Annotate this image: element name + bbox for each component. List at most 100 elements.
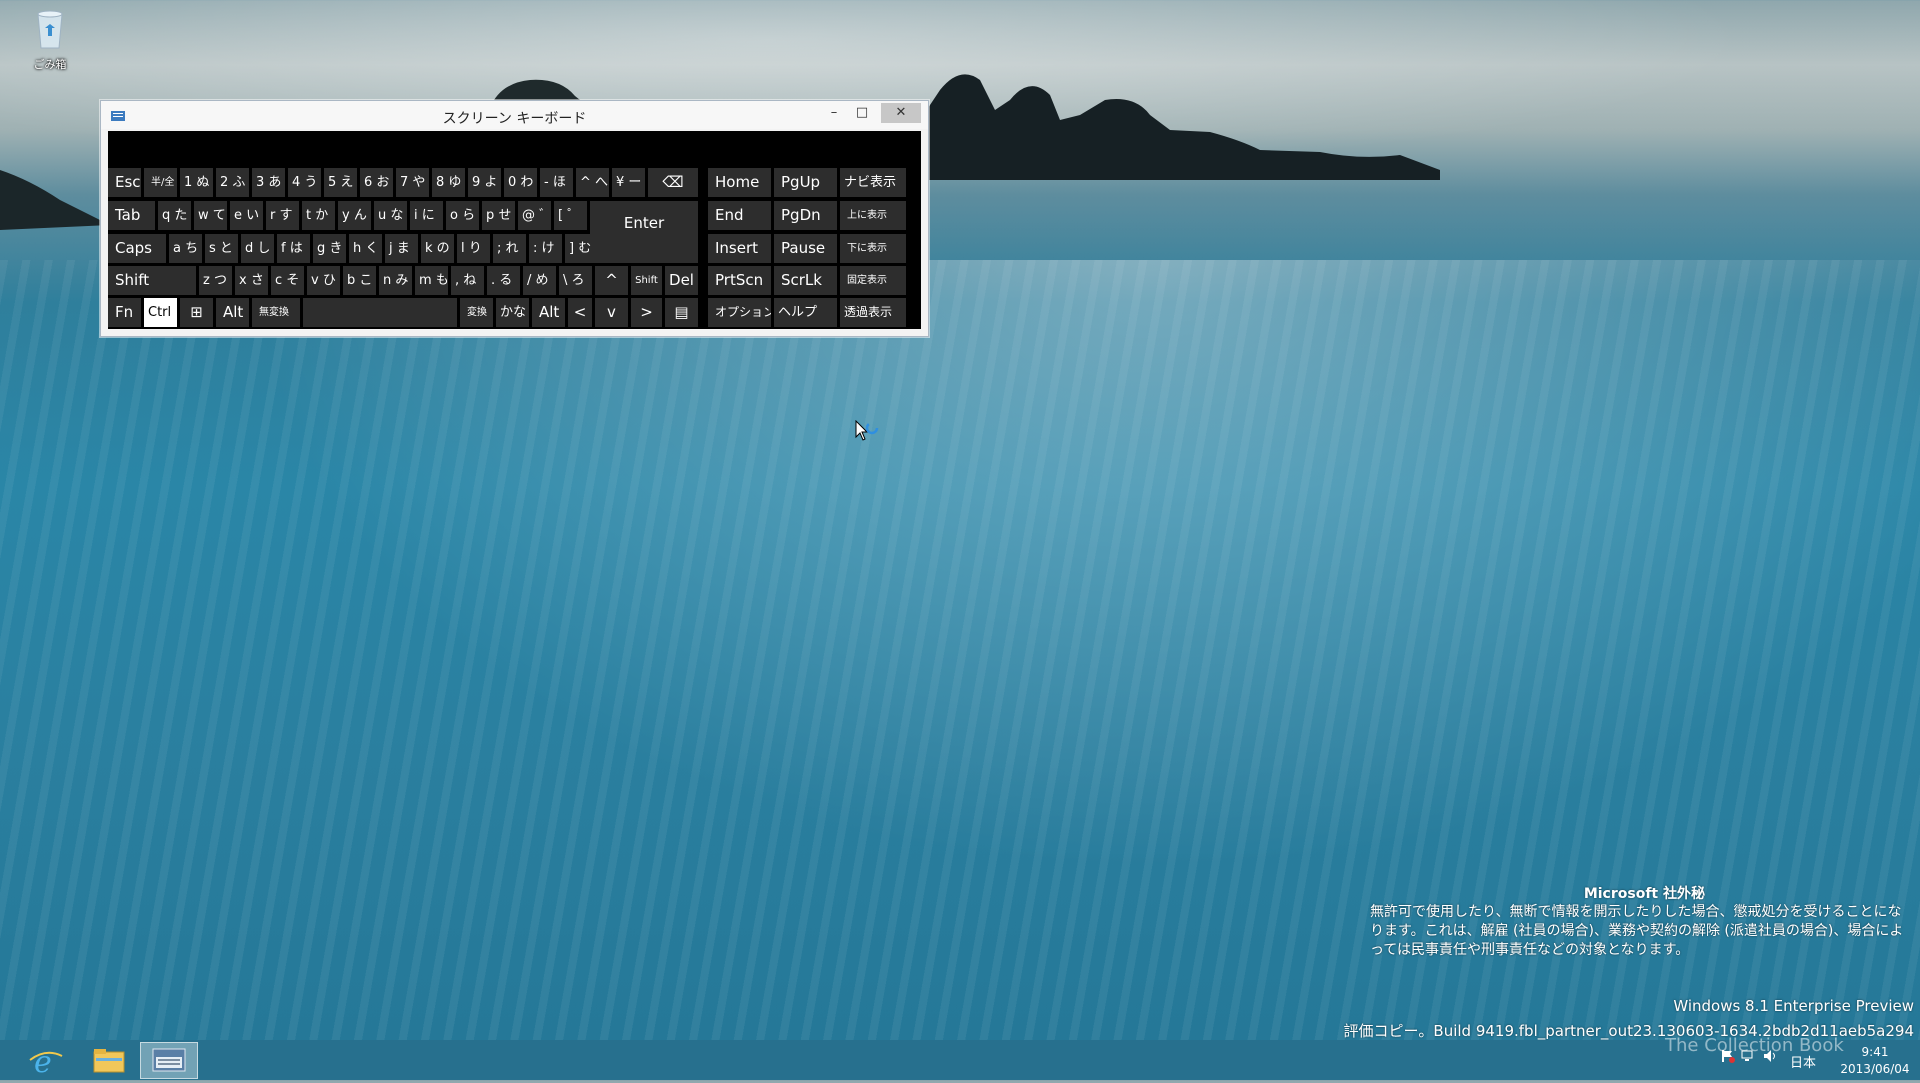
key-e[interactable]: e い <box>230 201 263 230</box>
key-2[interactable]: 2 ふ <box>216 168 249 197</box>
key-scrlk[interactable]: ScrLk <box>774 266 837 295</box>
menu-key[interactable]: ▤ <box>665 298 698 327</box>
key-ctrl[interactable]: Ctrl <box>144 298 177 327</box>
key-i[interactable]: i に <box>410 201 443 230</box>
key-a[interactable]: a ち <box>169 234 202 263</box>
close-button[interactable]: ✕ <box>881 103 921 123</box>
key-pause[interactable]: Pause <box>774 234 837 263</box>
key-0[interactable]: 0 わ <box>504 168 537 197</box>
windows-key[interactable]: ⊞ <box>180 298 213 327</box>
key-esc[interactable]: Esc <box>108 168 141 197</box>
on-screen-keyboard-window[interactable]: スクリーン キーボード – □ ✕ Esc 半/全 1 ぬ 2 ふ 3 あ 4 … <box>100 100 929 337</box>
key-comma[interactable]: , ね <box>451 266 484 295</box>
key-y[interactable]: y ん <box>338 201 371 230</box>
space-key[interactable] <box>303 298 457 327</box>
key-bracket-open[interactable]: [ ゜ <box>554 201 587 230</box>
key-caret[interactable]: ^ へ <box>576 168 609 197</box>
key-fade[interactable]: 透過表示 <box>840 298 906 327</box>
key-period[interactable]: . る <box>487 266 520 295</box>
key-c[interactable]: c そ <box>271 266 304 295</box>
key-prtscn[interactable]: PrtScn <box>708 266 771 295</box>
key-at[interactable]: @ ゛ <box>518 201 551 230</box>
key-8[interactable]: 8 ゆ <box>432 168 465 197</box>
taskbar-clock[interactable]: 9:41 2013/06/04 <box>1835 1044 1915 1078</box>
key-semicolon[interactable]: ; れ <box>493 234 526 263</box>
language-indicator[interactable]: 日本 <box>1790 1052 1816 1071</box>
arrow-left-key[interactable]: < <box>568 298 592 327</box>
arrow-up-key[interactable]: ^ <box>595 266 628 295</box>
key-dock[interactable]: 固定表示 <box>840 266 906 295</box>
key-7[interactable]: 7 や <box>396 168 429 197</box>
key-r[interactable]: r す <box>266 201 299 230</box>
key-henkan[interactable]: 変換 <box>460 298 493 327</box>
key-5[interactable]: 5 え <box>324 168 357 197</box>
key-shift-right[interactable]: Shift <box>631 266 662 295</box>
key-z[interactable]: z つ <box>199 266 232 295</box>
key-t[interactable]: t か <box>302 201 335 230</box>
recycle-bin[interactable]: ごみ箱 <box>22 6 78 76</box>
key-b[interactable]: b こ <box>343 266 376 295</box>
key-1[interactable]: 1 ぬ <box>180 168 213 197</box>
key-o[interactable]: o ら <box>446 201 479 230</box>
key-n[interactable]: n み <box>379 266 412 295</box>
key-shift-left[interactable]: Shift <box>108 266 196 295</box>
taskbar-ie-button[interactable]: e <box>18 1042 74 1080</box>
key-muhenkan[interactable]: 無変換 <box>252 298 300 327</box>
minimize-button[interactable]: – <box>821 103 847 123</box>
key-tab[interactable]: Tab <box>108 201 155 230</box>
key-3[interactable]: 3 あ <box>252 168 285 197</box>
action-center-flag-icon[interactable] <box>1720 1048 1736 1064</box>
key-alt-left[interactable]: Alt <box>216 298 249 327</box>
key-h[interactable]: h く <box>349 234 382 263</box>
volume-icon[interactable] <box>1762 1048 1778 1064</box>
key-yen[interactable]: ¥ ー <box>612 168 645 197</box>
key-home[interactable]: Home <box>708 168 771 197</box>
key-alt-right[interactable]: Alt <box>532 298 565 327</box>
key-options[interactable]: オプション <box>708 298 771 327</box>
key-d[interactable]: d し <box>241 234 274 263</box>
taskbar-osk-button[interactable] <box>140 1042 198 1079</box>
enter-key[interactable]: Enter <box>590 201 698 263</box>
key-move-down[interactable]: 下に表示 <box>840 234 906 263</box>
key-pgdn[interactable]: PgDn <box>774 201 837 230</box>
key-q[interactable]: q た <box>158 201 191 230</box>
key-hankaku[interactable]: 半/全 <box>144 168 177 197</box>
key-pgup[interactable]: PgUp <box>774 168 837 197</box>
network-icon[interactable] <box>1740 1048 1756 1064</box>
key-help[interactable]: ヘルプ <box>774 298 837 327</box>
key-m[interactable]: m も <box>415 266 448 295</box>
maximize-button[interactable]: □ <box>849 103 875 123</box>
key-g[interactable]: g き <box>313 234 346 263</box>
arrow-right-key[interactable]: > <box>631 298 662 327</box>
key-bracket-close[interactable]: ] む <box>565 234 598 263</box>
key-kana[interactable]: かな <box>496 298 529 327</box>
key-x[interactable]: x さ <box>235 266 268 295</box>
key-backslash[interactable]: \ ろ <box>559 266 592 295</box>
key-end[interactable]: End <box>708 201 771 230</box>
key-caps[interactable]: Caps <box>108 234 166 263</box>
arrow-down-key[interactable]: v <box>595 298 628 327</box>
key-move-up[interactable]: 上に表示 <box>840 201 906 230</box>
key-del[interactable]: Del <box>665 266 698 295</box>
key-navi[interactable]: ナビ表示 <box>840 168 906 197</box>
key-j[interactable]: j ま <box>385 234 418 263</box>
key-minus[interactable]: - ほ <box>540 168 573 197</box>
key-s[interactable]: s と <box>205 234 238 263</box>
key-9[interactable]: 9 よ <box>468 168 501 197</box>
key-k[interactable]: k の <box>421 234 454 263</box>
key-fn[interactable]: Fn <box>108 298 141 327</box>
key-u[interactable]: u な <box>374 201 407 230</box>
backspace-key[interactable]: ⌫ <box>648 168 698 197</box>
key-insert[interactable]: Insert <box>708 234 771 263</box>
key-colon[interactable]: : け <box>529 234 562 263</box>
key-slash[interactable]: / め <box>523 266 556 295</box>
key-p[interactable]: p せ <box>482 201 515 230</box>
key-6[interactable]: 6 お <box>360 168 393 197</box>
key-w[interactable]: w て <box>194 201 227 230</box>
key-f[interactable]: f は <box>277 234 310 263</box>
key-l[interactable]: l り <box>457 234 490 263</box>
osk-titlebar[interactable]: スクリーン キーボード – □ ✕ <box>101 101 928 129</box>
key-v[interactable]: v ひ <box>307 266 340 295</box>
key-4[interactable]: 4 う <box>288 168 321 197</box>
taskbar-explorer-button[interactable] <box>80 1042 136 1079</box>
